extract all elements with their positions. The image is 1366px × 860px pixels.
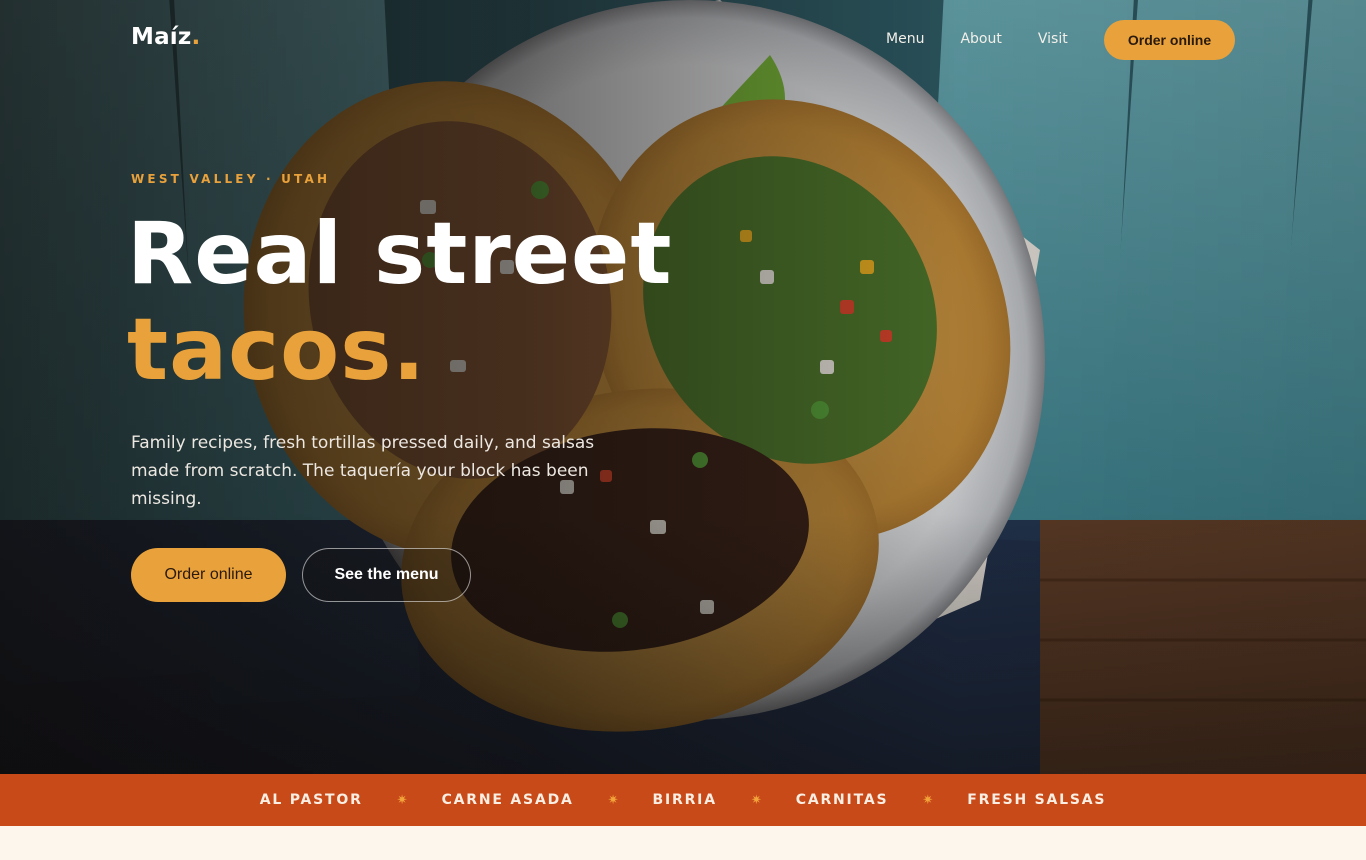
- hero-eyebrow: WEST VALLEY · UTAH: [131, 172, 331, 186]
- ticker-item: AL PASTOR: [259, 792, 363, 808]
- hero-headline: Real street tacos.: [127, 206, 672, 398]
- nav-link-menu[interactable]: Menu: [886, 31, 924, 47]
- star-icon: ✷: [750, 792, 762, 808]
- nav-link-about[interactable]: About: [960, 31, 1001, 47]
- see-menu-button[interactable]: See the menu: [302, 548, 471, 602]
- top-nav: Maíz. Menu About Visit Order online: [0, 0, 1366, 80]
- star-icon: ✷: [607, 792, 619, 808]
- nav-order-online-button[interactable]: Order online: [1104, 20, 1235, 60]
- ticker-item: CARNE ASADA: [441, 792, 574, 808]
- nav-links: Menu About Visit: [886, 31, 1104, 47]
- star-icon: ✷: [922, 792, 934, 808]
- ticker-item: FRESH SALSAS: [967, 792, 1107, 808]
- brand-logo[interactable]: Maíz.: [131, 24, 200, 50]
- ticker-item: CARNITAS: [795, 792, 889, 808]
- brand-dot: .: [191, 24, 201, 50]
- brand-name: Maíz: [131, 24, 192, 50]
- star-icon: ✷: [396, 792, 408, 808]
- ticker-item: BIRRIA: [652, 792, 717, 808]
- next-section-edge: [0, 826, 1366, 860]
- hero-section: Maíz. Menu About Visit Order online WEST…: [0, 0, 1366, 774]
- headline-line-1: Real street: [127, 204, 673, 304]
- nav-link-visit[interactable]: Visit: [1038, 31, 1068, 47]
- hero-lede: Family recipes, fresh tortillas pressed …: [131, 433, 595, 509]
- headline-line-2: tacos.: [127, 300, 427, 400]
- hero-order-online-button[interactable]: Order online: [131, 548, 286, 602]
- dish-ticker: AL PASTOR ✷ CARNE ASADA ✷ BIRRIA ✷ CARNI…: [0, 774, 1366, 826]
